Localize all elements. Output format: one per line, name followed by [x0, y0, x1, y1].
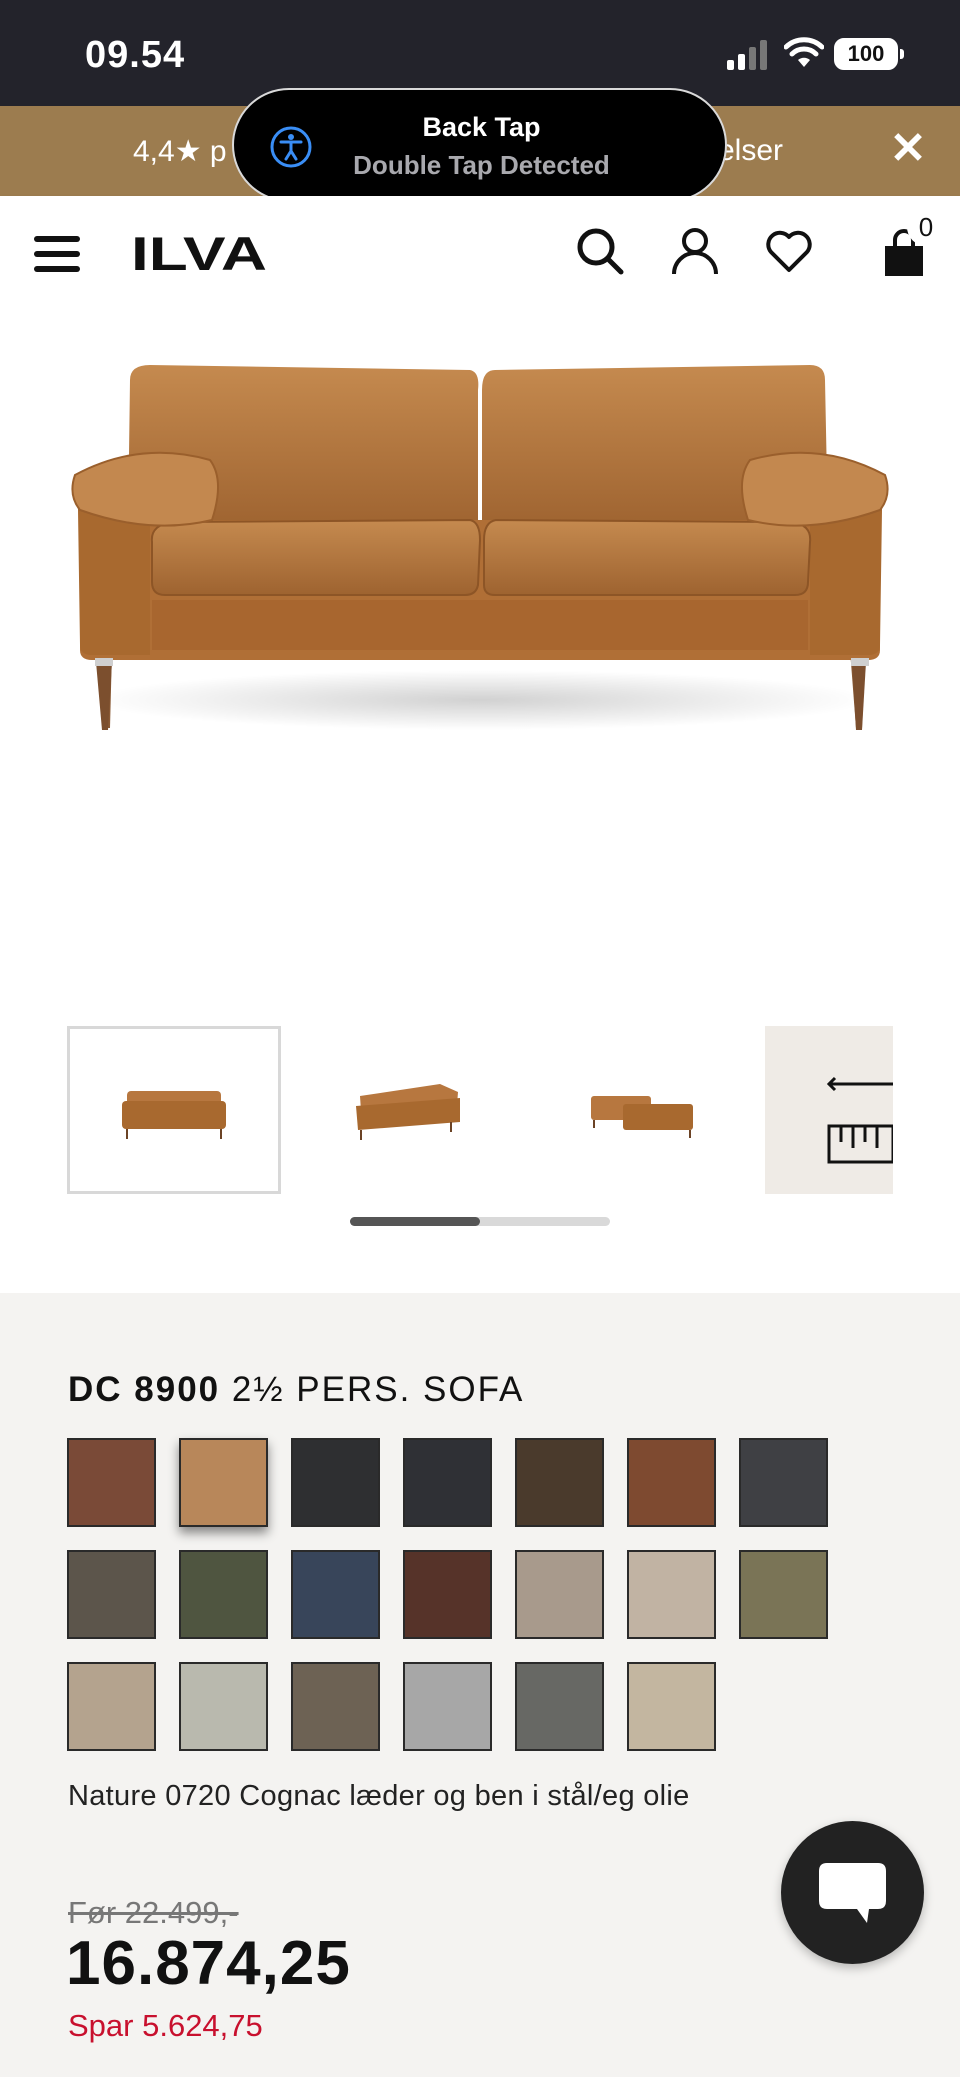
savings-amount: Spar 5.624,75: [68, 2008, 263, 2043]
chat-button[interactable]: [781, 1821, 924, 1964]
sofa-image: [71, 365, 889, 730]
gallery-scrollbar[interactable]: [350, 1217, 610, 1226]
color-swatch[interactable]: [515, 1438, 604, 1527]
cart-count-badge: 0: [909, 210, 943, 244]
search-icon[interactable]: [575, 226, 625, 278]
sofa-angle-thumbnail-image: [356, 1084, 460, 1140]
selected-variant-label: Nature 0720 Cognac læder og ben i stål/e…: [68, 1780, 690, 1812]
color-swatch[interactable]: [627, 1662, 716, 1751]
color-swatch[interactable]: [739, 1550, 828, 1639]
battery-indicator: 100: [834, 38, 904, 70]
color-swatch[interactable]: [403, 1662, 492, 1751]
product-main-image[interactable]: [0, 310, 960, 1010]
color-swatch[interactable]: [179, 1438, 268, 1527]
color-swatch[interactable]: [291, 1438, 380, 1527]
site-header: ILVA: [0, 196, 960, 310]
old-price: Før 22.499,-: [68, 1895, 239, 1930]
chat-bubble-icon: [819, 1863, 886, 1923]
color-swatch[interactable]: [67, 1662, 156, 1751]
menu-icon[interactable]: [34, 236, 80, 272]
sofa-thumbnail-image: [122, 1091, 226, 1139]
gallery-thumbnail[interactable]: [300, 1026, 514, 1194]
color-swatch[interactable]: [739, 1438, 828, 1527]
color-swatch[interactable]: [291, 1662, 380, 1751]
product-title: DC 8900 2½ PERS. SOFA: [68, 1370, 524, 1410]
toast-title: Back Tap: [422, 112, 541, 142]
color-swatch[interactable]: [515, 1550, 604, 1639]
color-swatch[interactable]: [627, 1550, 716, 1639]
current-price: 16.874,25: [66, 1929, 351, 1998]
gallery-thumbnail[interactable]: [533, 1026, 747, 1194]
promo-text-left: 4,4★ p: [133, 135, 227, 168]
color-swatch[interactable]: [67, 1438, 156, 1527]
product-type: 2½ PERS. SOFA: [231, 1370, 525, 1409]
cellular-signal-icon: [727, 40, 767, 70]
color-swatch[interactable]: [67, 1550, 156, 1639]
gallery-scrollbar-thumb[interactable]: [350, 1217, 480, 1226]
color-swatch[interactable]: [403, 1550, 492, 1639]
wifi-icon: [784, 37, 824, 67]
close-icon[interactable]: ✕: [888, 126, 928, 172]
svg-text:ILVA: ILVA: [131, 232, 267, 272]
ruler-icon: [826, 1076, 893, 1164]
color-swatch[interactable]: [179, 1662, 268, 1751]
account-icon[interactable]: [670, 226, 720, 278]
ilva-logo[interactable]: ILVA: [131, 232, 267, 272]
toast-subtitle: Double Tap Detected: [353, 150, 610, 180]
back-tap-toast: Back Tap Double Tap Detected: [232, 88, 727, 202]
image-gallery: [0, 1010, 960, 1293]
color-swatch[interactable]: [515, 1662, 604, 1751]
sofa-set-thumbnail-image: [591, 1096, 693, 1138]
gallery-thumbnail[interactable]: [67, 1026, 281, 1194]
wishlist-heart-icon[interactable]: [764, 226, 814, 278]
color-swatch[interactable]: [291, 1550, 380, 1639]
color-swatch[interactable]: [627, 1438, 716, 1527]
color-swatch[interactable]: [179, 1550, 268, 1639]
product-model: DC 8900: [68, 1370, 221, 1409]
dimensions-thumbnail[interactable]: [765, 1026, 893, 1194]
color-swatch[interactable]: [403, 1438, 492, 1527]
status-time: 09.54: [85, 34, 186, 76]
